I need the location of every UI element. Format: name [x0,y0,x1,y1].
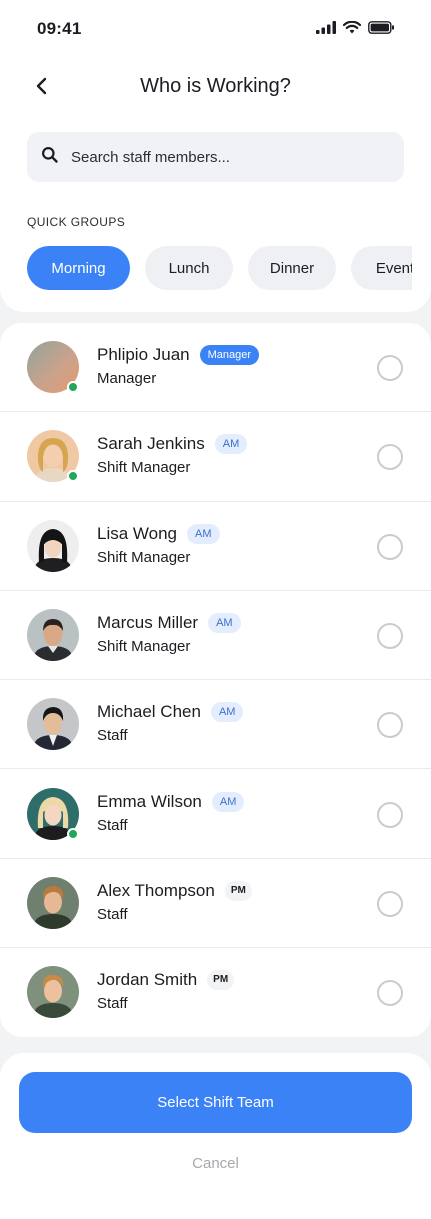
staff-role: Manager [97,370,157,387]
chip-morning[interactable]: Morning [27,246,130,290]
staff-row[interactable]: Jordan Smith PM Staff [0,948,431,1037]
cellular-signal-icon [316,21,336,39]
online-indicator [67,827,79,840]
staff-row[interactable]: Emma Wilson AM Staff [0,770,431,859]
avatar [27,519,79,572]
online-indicator [67,470,79,483]
avatar-container [27,966,79,1019]
avatar-container [27,430,79,483]
select-radio[interactable] [377,980,403,1007]
avatar [27,876,79,929]
online-indicator [67,381,79,393]
search-input[interactable] [71,148,371,166]
select-radio[interactable] [377,355,403,381]
wifi-icon [342,20,362,39]
staff-row[interactable]: Marcus Miller AM Shift Manager [0,591,431,681]
chip-lunch[interactable]: Lunch [145,246,233,290]
role-badge: AM [210,702,244,723]
staff-role: Shift Manager [97,637,191,655]
role-badge: AM [211,791,245,812]
avatar-container [27,876,79,929]
role-badge: AM [187,523,220,544]
staff-name: Alex Thompson [97,880,215,900]
select-radio[interactable] [377,801,403,828]
name-line: Jordan Smith PM [97,970,235,991]
staff-name: Emma Wilson [97,791,202,811]
avatar-container [27,519,79,572]
staff-name: Jordan Smith [97,970,198,990]
name-line: Lisa Wong AM [97,523,220,544]
role-badge: Manager [199,345,260,365]
select-radio[interactable] [377,622,403,649]
staff-role: Staff [97,727,128,745]
avatar [27,966,79,1019]
avatar [27,698,79,751]
battery-icon [368,21,395,39]
avatar-container [27,698,79,751]
select-radio[interactable] [377,712,403,739]
select-radio[interactable] [377,890,403,917]
staff-role: Staff [97,905,128,923]
staff-row[interactable]: Alex Thompson PM Staff [0,859,431,949]
chip-event[interactable]: Event [351,246,412,290]
role-badge: PM [224,880,252,901]
staff-name: Michael Chen [97,702,201,722]
avatar-container [27,608,79,661]
staff-row[interactable]: Lisa Wong AM Shift Manager [0,502,431,591]
staff-row[interactable]: Sarah Jenkins AM Shift Manager [0,412,431,502]
bottom-action-panel: Select Shift Team Cancel [0,1053,431,1219]
name-line: Michael Chen AM [97,702,244,723]
staff-row[interactable]: Phlipio Juan Manager Manager [0,323,431,413]
role-badge: AM [214,434,248,455]
role-badge: PM [207,970,235,991]
role-badge: AM [208,612,241,633]
staff-row[interactable]: Michael Chen AM Staff [0,680,431,770]
staff-name: Lisa Wong [97,523,178,543]
staff-role: Shift Manager [97,548,191,566]
staff-name: Marcus Miller [97,612,199,632]
cancel-button[interactable]: Cancel [0,1155,431,1172]
avatar-container [27,787,79,840]
staff-list: Phlipio Juan Manager Manager Sarah Jenki… [0,323,431,1037]
name-line: Alex Thompson PM [97,880,252,901]
navigation-bar: Who is Working? [0,60,431,114]
status-bar: 09:41 [0,0,431,60]
staff-role: Staff [97,995,128,1013]
name-line: Marcus Miller AM [97,612,241,633]
staff-name: Sarah Jenkins [97,434,205,454]
select-radio[interactable] [377,533,403,560]
name-line: Phlipio Juan Manager [97,345,260,365]
name-line: Emma Wilson AM [97,791,245,812]
page-title: Who is Working? [140,75,291,97]
avatar-container [27,341,79,393]
search-icon [41,146,59,169]
chip-dinner[interactable]: Dinner [248,246,336,290]
name-line: Sarah Jenkins AM [97,434,248,455]
staff-name: Phlipio Juan [97,345,190,364]
search-bar[interactable] [27,132,404,182]
select-radio[interactable] [377,444,403,471]
staff-role: Staff [97,816,128,834]
top-panel: 09:41 Who is Working? Search staff membe… [0,0,431,312]
avatar [27,608,79,661]
status-icons [316,20,395,39]
status-time: 09:41 [37,19,82,38]
select-shift-team-button[interactable]: Select Shift Team [19,1072,412,1133]
quick-groups-chips: Morning Lunch Dinner Event [27,246,412,292]
staff-role: Shift Manager [97,459,191,477]
quick-groups-label: QUICK GROUPS [27,215,126,229]
